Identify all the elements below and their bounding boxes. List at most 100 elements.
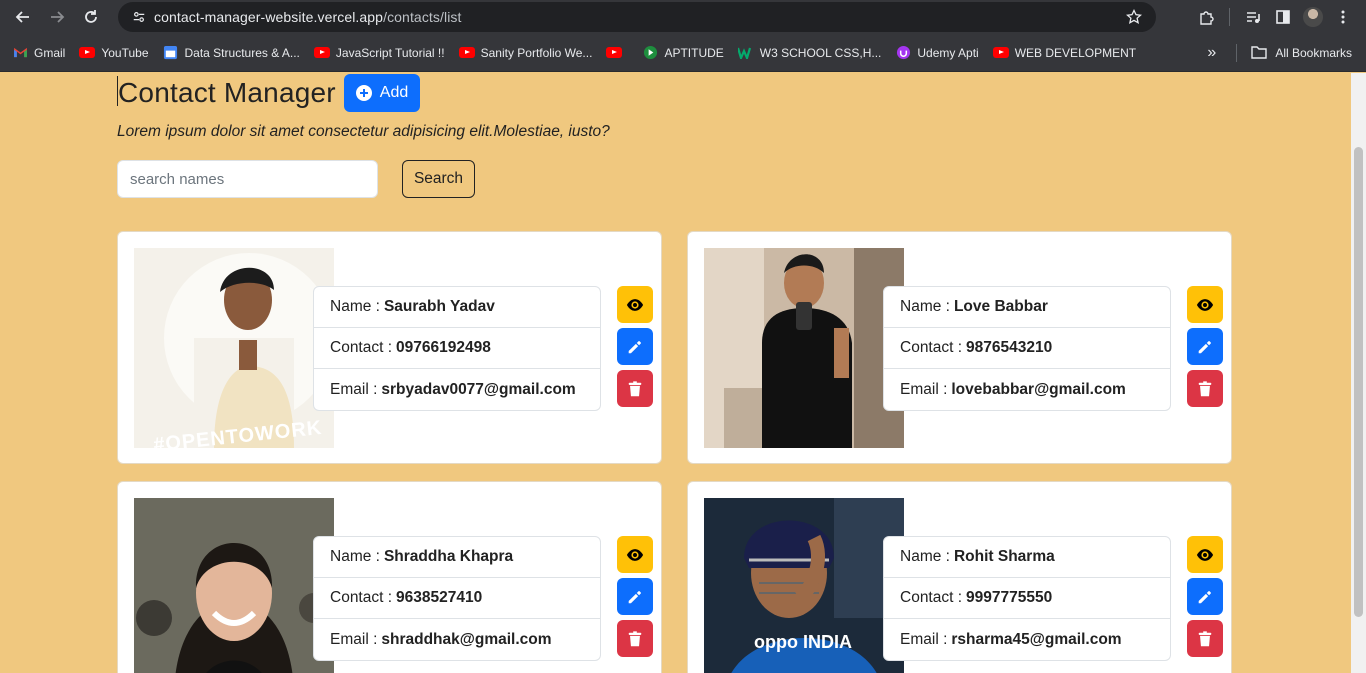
contact-phone: 9638527410 (396, 589, 483, 606)
contact-name-row: Name : Saurabh Yadav (314, 287, 600, 328)
delete-contact-button[interactable] (1187, 370, 1223, 407)
contact-info: Name : Shraddha Khapra Contact :963852741… (313, 536, 601, 661)
menu-button[interactable] (1328, 0, 1358, 34)
url-host: contact-manager-website.vercel.app (154, 9, 384, 25)
profile-button[interactable] (1298, 0, 1328, 34)
edit-contact-button[interactable] (1187, 578, 1223, 615)
url-path: /contacts/list (383, 9, 462, 25)
bookmark-youtube[interactable]: YouTube (79, 41, 149, 65)
reload-button[interactable] (74, 0, 108, 34)
contact-card: oppo INDIA Name : Rohit Sharma Contact :9… (687, 481, 1232, 673)
back-button[interactable] (6, 0, 40, 34)
youtube-icon (313, 45, 330, 61)
contact-photo (704, 248, 904, 448)
bookmark-udemy[interactable]: Udemy Apti (895, 41, 979, 65)
view-contact-button[interactable] (617, 286, 653, 323)
eye-icon (1196, 298, 1214, 311)
contact-info: Name : Saurabh Yadav Contact :09766192498… (313, 286, 601, 411)
bookmark-data-structures[interactable]: Data Structures & A... (163, 41, 300, 65)
contact-email: shraddhak@gmail.com (381, 630, 552, 648)
bookmarks-separator (1236, 44, 1238, 62)
bookmark-youtube-unnamed[interactable] (606, 41, 628, 65)
bookmark-javascript-tutorial[interactable]: JavaScript Tutorial !! (313, 41, 445, 65)
contact-name-row: Name : Shraddha Khapra (314, 537, 600, 578)
contact-card: Name : Love Babbar Contact :9876543210 Em… (687, 231, 1232, 464)
bookmark-star-icon[interactable] (1126, 9, 1142, 25)
address-bar[interactable]: contact-manager-website.vercel.app/conta… (118, 2, 1156, 32)
folder-icon (1251, 45, 1268, 62)
contact-email: rsharma45@gmail.com (951, 630, 1122, 648)
trash-icon (1198, 380, 1212, 396)
youtube-icon (606, 45, 623, 61)
contact-email-row: Email : lovebabbar@gmail.com (900, 380, 1126, 398)
search-button[interactable]: Search (402, 160, 475, 198)
puzzle-icon (1200, 11, 1214, 25)
bookmark-w3school[interactable]: W3 SCHOOL CSS,H... (737, 41, 881, 65)
view-contact-button[interactable] (1187, 286, 1223, 323)
bookmark-gmail[interactable]: Gmail (12, 41, 65, 65)
bookmarks-bar: Gmail YouTube Data Structures & A... Jav… (0, 34, 1366, 72)
toolbar-separator (1229, 8, 1230, 26)
pencil-icon (1198, 590, 1211, 603)
view-contact-button[interactable] (617, 536, 653, 573)
contact-name-row: Name : Rohit Sharma (884, 537, 1170, 578)
page-scrollbar[interactable] (1351, 73, 1366, 673)
pencil-icon (628, 340, 641, 353)
add-button-label: Add (379, 84, 409, 101)
scrollbar-thumb[interactable] (1354, 147, 1363, 617)
bookmark-web-development[interactable]: WEB DEVELOPMENT (992, 41, 1136, 65)
arrow-right-icon (51, 11, 65, 23)
edit-contact-button[interactable] (617, 578, 653, 615)
trash-icon (628, 630, 642, 646)
avatar (1303, 7, 1323, 27)
pencil-icon (628, 590, 641, 603)
side-panel-button[interactable] (1268, 0, 1298, 34)
extensions-button[interactable] (1191, 0, 1221, 34)
add-contact-button[interactable]: Add (343, 74, 421, 112)
page-title: Contact Manager (118, 77, 336, 108)
arrow-left-icon (15, 11, 29, 23)
site-info-icon[interactable] (124, 10, 154, 24)
edit-contact-button[interactable] (1187, 328, 1223, 365)
w3-icon (737, 45, 754, 61)
side-panel-icon (1276, 10, 1290, 24)
contact-info: Name : Rohit Sharma Contact :9997775550 E… (883, 536, 1171, 661)
contact-phone: 9997775550 (966, 589, 1053, 606)
delete-contact-button[interactable] (617, 620, 653, 657)
youtube-icon (79, 45, 96, 61)
contact-email-row: Email : shraddhak@gmail.com (330, 630, 552, 648)
search-input[interactable] (117, 160, 378, 198)
contact-name: Shraddha Khapra (383, 548, 514, 565)
contact-info: Name : Love Babbar Contact :9876543210 Em… (883, 286, 1171, 411)
pencil-icon (1198, 340, 1211, 353)
queue-music-icon (1247, 12, 1260, 23)
delete-contact-button[interactable] (1187, 620, 1223, 657)
udemy-icon (895, 45, 911, 61)
edit-contact-button[interactable] (617, 328, 653, 365)
jersey-text: oppo INDIA (754, 632, 852, 652)
contact-card: Name : Shraddha Khapra Contact :963852741… (117, 481, 662, 673)
all-bookmarks-link[interactable]: All Bookmarks (1275, 46, 1352, 60)
media-button[interactable] (1238, 0, 1268, 34)
reload-icon (85, 10, 97, 23)
bookmark-aptitude[interactable]: APTITUDE (642, 41, 724, 65)
eye-icon (1196, 548, 1214, 561)
contact-email: srbyadav0077@gmail.com (381, 380, 576, 398)
forward-button[interactable] (40, 0, 74, 34)
calendar-icon (163, 45, 179, 61)
delete-contact-button[interactable] (617, 370, 653, 407)
contact-phone-row: Contact :9876543210 (884, 328, 1170, 369)
chevron-right-icon[interactable]: » (1207, 44, 1216, 62)
youtube-icon (458, 45, 475, 61)
trash-icon (628, 380, 642, 396)
bookmark-sanity-portfolio[interactable]: Sanity Portfolio We... (458, 41, 592, 65)
more-vert-icon (1341, 10, 1345, 24)
url-text: contact-manager-website.vercel.app/conta… (154, 9, 462, 25)
eye-icon (626, 548, 644, 561)
contact-name: Rohit Sharma (953, 548, 1055, 565)
contact-photo: oppo INDIA (704, 498, 904, 673)
contact-photo (134, 498, 334, 673)
contact-name: Love Babbar (953, 298, 1048, 315)
view-contact-button[interactable] (1187, 536, 1223, 573)
contact-phone-row: Contact :09766192498 (314, 328, 600, 369)
